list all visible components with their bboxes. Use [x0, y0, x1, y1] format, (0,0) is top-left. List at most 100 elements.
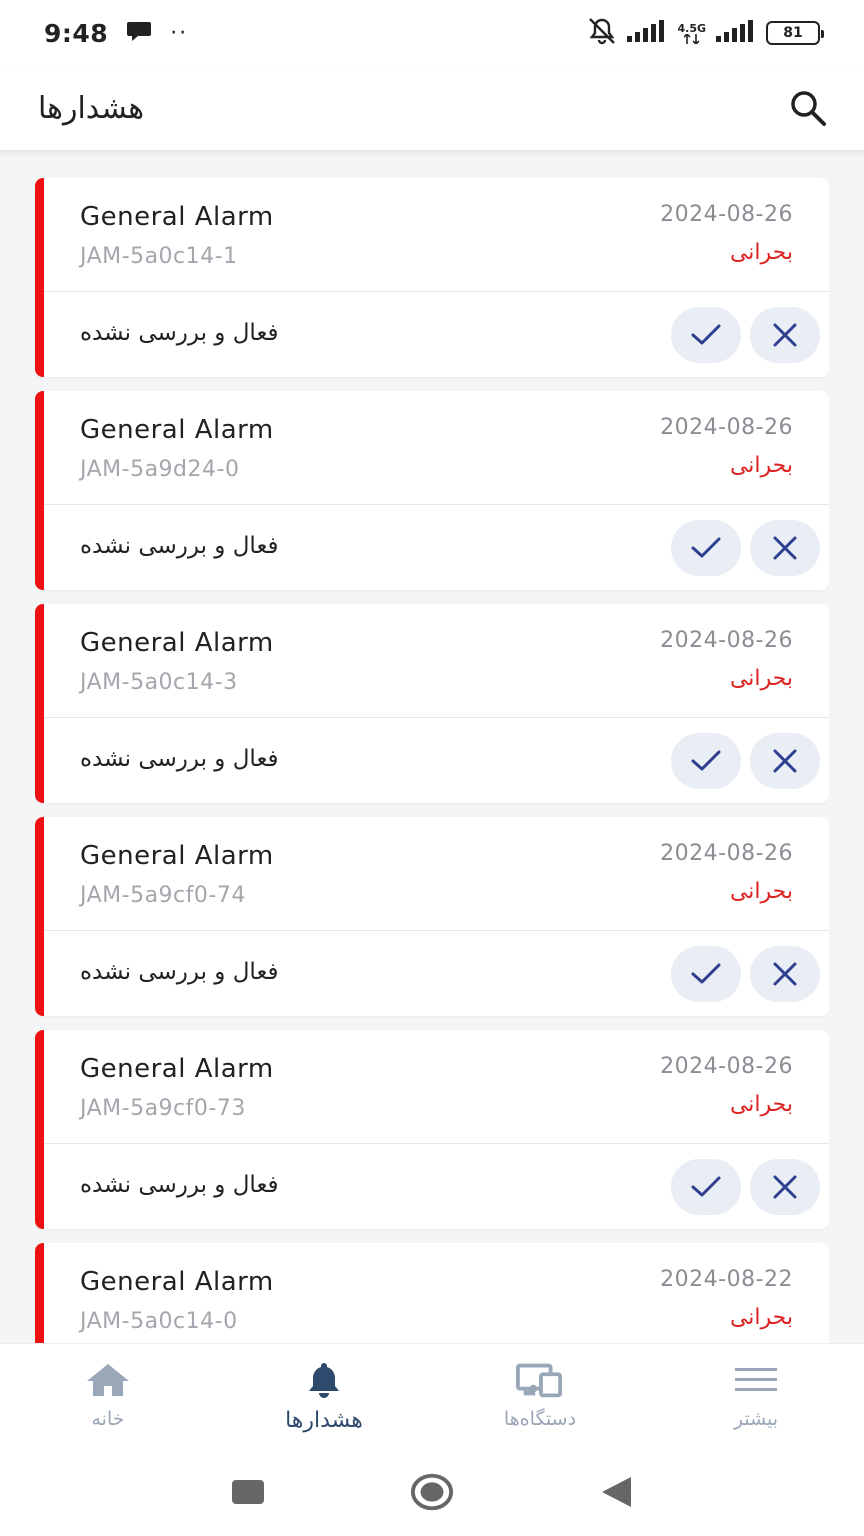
alarm-status: فعال و بررسی نشده [80, 746, 279, 772]
back-button[interactable] [594, 1470, 638, 1514]
status-right: 4.5G 81 [587, 17, 824, 49]
acknowledge-button[interactable] [671, 307, 741, 363]
network-type: 4.5G [677, 21, 706, 35]
alarm-card[interactable]: General Alarm JAM-5a9cf0-73 2024-08-26 ب… [35, 1030, 829, 1229]
alarm-card[interactable]: General Alarm JAM-5a0c14-0 2024-08-22 بح… [35, 1243, 829, 1343]
nav-devices[interactable]: دستگاه‌ها [432, 1344, 648, 1448]
check-icon [691, 963, 721, 984]
alarm-status: فعال و بررسی نشده [80, 320, 279, 346]
alarm-card-header: General Alarm JAM-5a9cf0-73 2024-08-26 ب… [44, 1030, 829, 1144]
alarm-severity: بحرانی [729, 666, 793, 691]
status-time: 9:48 [44, 18, 109, 48]
severity-accent-bar [35, 391, 44, 590]
alarm-status: فعال و بررسی نشده [80, 959, 279, 985]
acknowledge-button[interactable] [671, 1159, 741, 1215]
alarm-card-footer: فعال و بررسی نشده [44, 718, 829, 803]
check-icon [691, 1176, 721, 1197]
alarm-card[interactable]: General Alarm JAM-5a0c14-1 2024-08-26 بح… [35, 178, 829, 377]
alarm-date: 2024-08-26 [660, 841, 793, 866]
nav-alarms[interactable]: هشدارها [216, 1344, 432, 1448]
nav-devices-label: دستگاه‌ها [503, 1408, 577, 1430]
severity-accent-bar [35, 604, 44, 803]
alarm-device-id: JAM-5a9d24-0 [80, 457, 240, 482]
alarm-status: فعال و بررسی نشده [80, 533, 279, 559]
alarm-name: General Alarm [80, 841, 274, 871]
bell-icon [300, 1360, 348, 1400]
chat-notification-icon [126, 20, 152, 46]
search-icon [791, 91, 826, 126]
alarm-date: 2024-08-26 [660, 202, 793, 227]
data-arrows-icon [683, 33, 700, 44]
close-icon [773, 536, 797, 560]
close-icon [773, 962, 797, 986]
nav-more[interactable]: بیشتر [648, 1344, 864, 1448]
nav-home[interactable]: خانه [0, 1344, 216, 1448]
severity-accent-bar [35, 817, 44, 1016]
alarm-device-id: JAM-5a0c14-3 [80, 670, 238, 695]
dismiss-button[interactable] [750, 520, 820, 576]
acknowledge-button[interactable] [671, 520, 741, 576]
alarm-name: General Alarm [80, 628, 274, 658]
dismiss-button[interactable] [750, 733, 820, 789]
check-icon [691, 750, 721, 771]
alarm-device-id: JAM-5a0c14-0 [80, 1309, 238, 1334]
close-icon [773, 749, 797, 773]
search-button[interactable] [786, 86, 830, 130]
home-icon [84, 1360, 132, 1400]
alarm-date: 2024-08-26 [660, 415, 793, 440]
alarm-device-id: JAM-5a0c14-1 [80, 244, 238, 269]
alarm-card[interactable]: General Alarm JAM-5a0c14-3 2024-08-26 بح… [35, 604, 829, 803]
alarm-date: 2024-08-22 [660, 1267, 793, 1292]
alarm-card-footer: فعال و بررسی نشده [44, 1144, 829, 1229]
alarm-card-header: General Alarm JAM-5a0c14-1 2024-08-26 بح… [44, 178, 829, 292]
alarm-card[interactable]: General Alarm JAM-5a9d24-0 2024-08-26 بح… [35, 391, 829, 590]
nav-home-label: خانه [91, 1408, 125, 1430]
alarm-list[interactable]: General Alarm JAM-5a0c14-1 2024-08-26 بح… [35, 178, 829, 1343]
acknowledge-button[interactable] [671, 946, 741, 1002]
system-nav-bar [0, 1448, 864, 1536]
devices-icon [516, 1360, 564, 1400]
alarm-card-header: General Alarm JAM-5a0c14-3 2024-08-26 بح… [44, 604, 829, 718]
status-dots: ·· [170, 20, 189, 46]
alarm-name: General Alarm [80, 1267, 274, 1297]
alarm-card-footer: فعال و بررسی نشده [44, 931, 829, 1016]
nav-alarms-label: هشدارها [285, 1408, 363, 1433]
alarm-card[interactable]: General Alarm JAM-5a9cf0-74 2024-08-26 ب… [35, 817, 829, 1016]
page-title: هشدارها [38, 90, 145, 126]
dismiss-button[interactable] [750, 1159, 820, 1215]
circle-icon [410, 1473, 454, 1511]
alarm-card-header: General Alarm JAM-5a0c14-0 2024-08-22 بح… [44, 1243, 829, 1343]
battery-icon: 81 [766, 21, 824, 45]
triangle-back-icon [602, 1477, 631, 1507]
status-left: 9:48 ·· [44, 19, 188, 48]
check-icon [691, 324, 721, 345]
bell-off-icon [587, 17, 617, 49]
recent-apps-button[interactable] [226, 1470, 270, 1514]
alarm-device-id: JAM-5a9cf0-73 [80, 1096, 246, 1121]
severity-accent-bar [35, 178, 44, 377]
acknowledge-button[interactable] [671, 733, 741, 789]
alarm-severity: بحرانی [729, 879, 793, 904]
alarm-name: General Alarm [80, 1054, 274, 1084]
status-bar: 9:48 ·· 4.5G 81 [0, 0, 864, 66]
alarm-card-header: General Alarm JAM-5a9d24-0 2024-08-26 بح… [44, 391, 829, 505]
alarm-severity: بحرانی [729, 1092, 793, 1117]
close-icon [773, 1175, 797, 1199]
alarm-status: فعال و بررسی نشده [80, 1172, 279, 1198]
dismiss-button[interactable] [750, 307, 820, 363]
severity-accent-bar [35, 1030, 44, 1229]
alarm-card-footer: فعال و بررسی نشده [44, 292, 829, 377]
severity-accent-bar [35, 1243, 44, 1343]
alarm-severity: بحرانی [729, 240, 793, 265]
nav-more-label: بیشتر [733, 1408, 779, 1430]
bottom-nav: خانه هشدارها دستگاه‌ها بیشتر [0, 1343, 864, 1448]
home-system-button[interactable] [410, 1470, 454, 1514]
close-icon [773, 323, 797, 347]
network-indicator: 4.5G [677, 23, 706, 44]
dismiss-button[interactable] [750, 946, 820, 1002]
signal-icon [627, 20, 667, 46]
alarm-device-id: JAM-5a9cf0-74 [80, 883, 246, 908]
alarm-date: 2024-08-26 [660, 628, 793, 653]
alarm-card-footer: فعال و بررسی نشده [44, 505, 829, 590]
alarm-date: 2024-08-26 [660, 1054, 793, 1079]
